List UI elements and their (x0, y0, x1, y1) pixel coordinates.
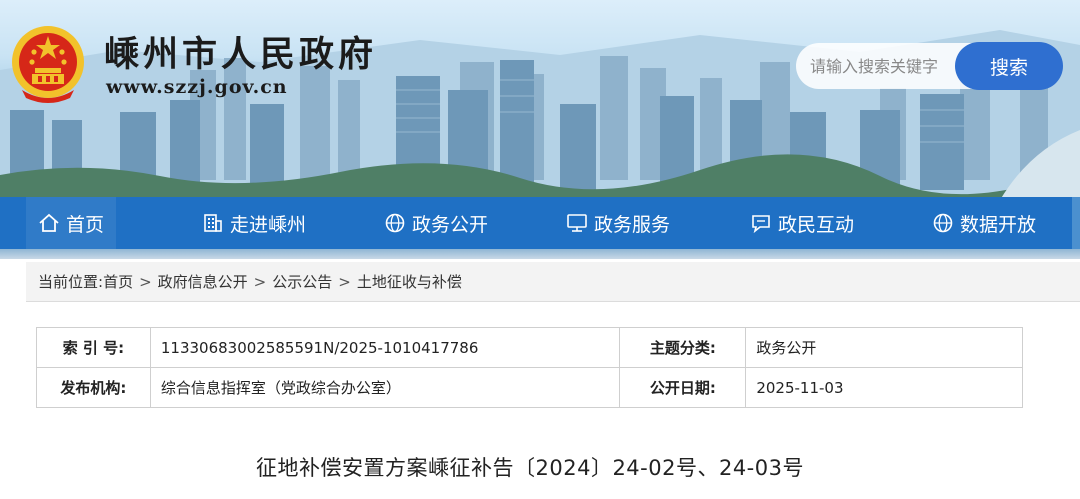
nav-label-interaction: 政民互动 (778, 213, 855, 236)
site-url: www.szzj.gov.cn (106, 76, 288, 98)
monitor-icon (567, 214, 587, 232)
breadcrumb-item-announcements[interactable]: 公示公告 (272, 271, 332, 292)
topic-category-value: 政务公开 (745, 327, 1023, 368)
index-number-label: 索 引 号: (36, 327, 151, 368)
table-row: 发布机构: 综合信息指挥室（党政综合办公室） 公开日期: 2025-11-03 (36, 367, 1023, 408)
nav-item-open-data[interactable]: 数据开放 (932, 197, 1036, 249)
breadcrumb-separator: > (338, 272, 351, 291)
topic-category-label: 主题分类: (619, 327, 747, 368)
article-title: 征地补偿安置方案嵊征补告〔2024〕24-02号、24-03号 (256, 456, 804, 480)
breadcrumb-item-home[interactable]: 首页 (103, 271, 133, 292)
publisher-value: 综合信息指挥室（党政综合办公室） (149, 367, 621, 408)
nav-label-about: 走进嵊州 (230, 213, 307, 236)
publish-date-value: 2025-11-03 (745, 367, 1023, 408)
nav-edge (1072, 197, 1080, 249)
header-banner: 嵊州市人民政府 www.szzj.gov.cn 搜索 (0, 0, 1080, 200)
nav-item-interaction[interactable]: 政民互动 (750, 197, 854, 249)
nav-item-about[interactable]: 走进嵊州 (202, 197, 306, 249)
breadcrumb-separator: > (253, 272, 267, 291)
nav-label-gov-affairs-open: 政务公开 (412, 213, 489, 236)
breadcrumb-separator: > (139, 272, 152, 291)
search-button[interactable]: 搜索 (955, 42, 1063, 90)
search-input[interactable] (796, 43, 976, 89)
nav-label-home: 首页 (66, 213, 105, 236)
nav-item-gov-services[interactable]: 政务服务 (566, 197, 670, 249)
index-number-value: 11330683002585591N/2025-1010417786 (149, 327, 621, 368)
nav-item-home[interactable]: 首页 (25, 197, 117, 249)
table-row: 索 引 号: 11330683002585591N/2025-101041778… (36, 327, 1023, 368)
main-nav: 首页 走进嵊州 政务公开 政务服务 政民互动 数据开放 (0, 197, 1080, 249)
globe-icon (385, 213, 405, 233)
globe-icon (933, 213, 953, 233)
chat-icon (752, 215, 770, 234)
home-icon (39, 213, 59, 232)
nav-label-open-data: 数据开放 (960, 213, 1037, 236)
building-icon (204, 214, 222, 232)
publisher-label: 发布机构: (36, 367, 151, 408)
national-emblem-logo (12, 26, 84, 103)
breadcrumb: 当前位置: 首页 > 政府信息公开 > 公示公告 > 土地征收与补偿 (26, 262, 1080, 302)
publish-date-label: 公开日期: (619, 367, 747, 408)
breadcrumb-item-gov-info[interactable]: 政府信息公开 (158, 271, 248, 292)
site-title: 嵊州市人民政府 (104, 34, 378, 75)
nav-item-gov-affairs-open[interactable]: 政务公开 (384, 197, 488, 249)
breadcrumb-item-land-compensation[interactable]: 土地征收与补偿 (357, 271, 462, 292)
nav-bottom-strip (0, 249, 1080, 259)
document-info-table: 索 引 号: 11330683002585591N/2025-101041778… (36, 327, 1023, 408)
breadcrumb-prefix: 当前位置: (38, 273, 104, 291)
nav-label-gov-services: 政务服务 (594, 213, 671, 236)
